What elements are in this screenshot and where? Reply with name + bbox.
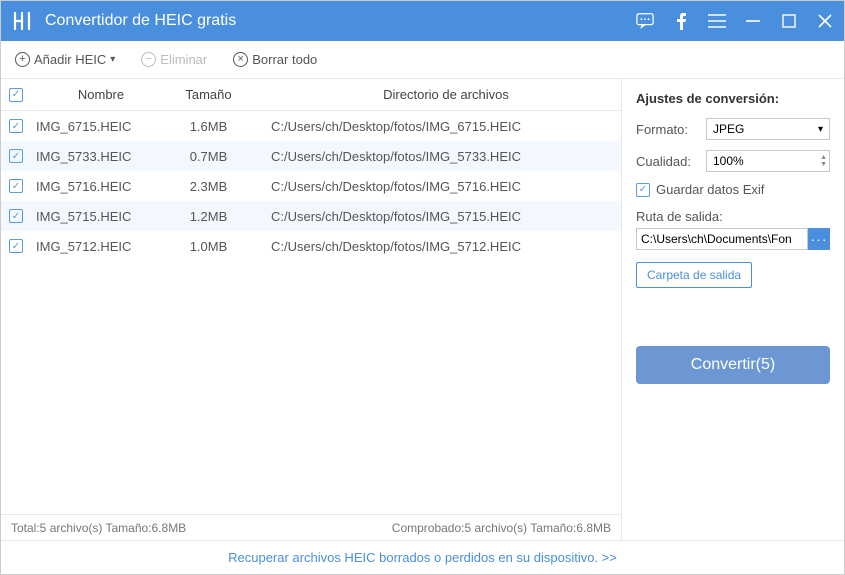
output-label: Ruta de salida:	[636, 209, 830, 224]
remove-button: − Eliminar	[141, 52, 207, 67]
plus-icon: +	[15, 52, 30, 67]
maximize-button[interactable]	[780, 12, 798, 30]
app-logo-icon	[11, 10, 33, 32]
table-row[interactable]: IMG_6715.HEIC1.6MBC:/Users/ch/Desktop/fo…	[1, 111, 621, 141]
open-output-folder-button[interactable]: Carpeta de salida	[636, 262, 752, 288]
file-name: IMG_6715.HEIC	[31, 119, 166, 134]
add-heic-label: Añadir HEIC	[34, 52, 106, 67]
browse-button[interactable]: ···	[808, 228, 830, 250]
clear-all-button[interactable]: × Borrar todo	[233, 52, 317, 67]
titlebar: Convertidor de HEIC gratis	[1, 1, 844, 41]
row-checkbox[interactable]	[9, 239, 23, 253]
minimize-button[interactable]	[744, 12, 762, 30]
app-title: Convertidor de HEIC gratis	[45, 12, 636, 30]
column-name[interactable]: Nombre	[31, 87, 166, 102]
file-size: 1.2MB	[166, 209, 251, 224]
facebook-icon[interactable]	[672, 12, 690, 30]
file-name: IMG_5715.HEIC	[31, 209, 166, 224]
minus-icon: −	[141, 52, 156, 67]
settings-title: Ajustes de conversión:	[636, 91, 830, 106]
table-body: IMG_6715.HEIC1.6MBC:/Users/ch/Desktop/fo…	[1, 111, 621, 514]
row-checkbox[interactable]	[9, 149, 23, 163]
status-bar: Total:5 archivo(s) Tamaño:6.8MB Comproba…	[1, 514, 621, 540]
output-row: C:\Users\ch\Documents\Fon ···	[636, 228, 830, 250]
table-row[interactable]: IMG_5733.HEIC0.7MBC:/Users/ch/Desktop/fo…	[1, 141, 621, 171]
chevron-down-icon: ▾	[110, 54, 115, 65]
add-heic-button[interactable]: + Añadir HEIC ▾	[15, 52, 115, 67]
toolbar: + Añadir HEIC ▾ − Eliminar × Borrar todo	[1, 41, 844, 79]
quality-value: 100%	[713, 154, 820, 168]
select-all-checkbox[interactable]	[9, 88, 23, 102]
file-name: IMG_5716.HEIC	[31, 179, 166, 194]
chevron-down-icon: ▾	[818, 124, 823, 135]
feedback-icon[interactable]	[636, 12, 654, 30]
exif-checkbox[interactable]	[636, 183, 650, 197]
column-directory[interactable]: Directorio de archivos	[251, 87, 621, 102]
file-dir: C:/Users/ch/Desktop/fotos/IMG_6715.HEIC	[251, 119, 621, 134]
row-checkbox[interactable]	[9, 179, 23, 193]
settings-pane: Ajustes de conversión: Formato: JPEG ▾ C…	[622, 79, 844, 540]
body-area: Nombre Tamaño Directorio de archivos IMG…	[1, 79, 844, 540]
clear-all-label: Borrar todo	[252, 52, 317, 67]
format-label: Formato:	[636, 122, 706, 137]
file-size: 0.7MB	[166, 149, 251, 164]
file-name: IMG_5733.HEIC	[31, 149, 166, 164]
file-dir: C:/Users/ch/Desktop/fotos/IMG_5715.HEIC	[251, 209, 621, 224]
table-header: Nombre Tamaño Directorio de archivos	[1, 79, 621, 111]
format-value: JPEG	[713, 122, 744, 136]
file-size: 1.0MB	[166, 239, 251, 254]
quality-label: Cualidad:	[636, 154, 706, 169]
status-checked: Comprobado:5 archivo(s) Tamaño:6.8MB	[392, 521, 611, 535]
close-button[interactable]	[816, 12, 834, 30]
file-size: 1.6MB	[166, 119, 251, 134]
spinner-arrows-icon[interactable]: ▲▼	[820, 154, 827, 168]
file-name: IMG_5712.HEIC	[31, 239, 166, 254]
status-total: Total:5 archivo(s) Tamaño:6.8MB	[11, 521, 186, 535]
remove-label: Eliminar	[160, 52, 207, 67]
convert-button[interactable]: Convertir(5)	[636, 346, 830, 384]
quality-row: Cualidad: 100% ▲▼	[636, 150, 830, 172]
table-row[interactable]: IMG_5715.HEIC1.2MBC:/Users/ch/Desktop/fo…	[1, 201, 621, 231]
file-dir: C:/Users/ch/Desktop/fotos/IMG_5716.HEIC	[251, 179, 621, 194]
row-checkbox[interactable]	[9, 209, 23, 223]
app-window: Convertidor de HEIC gratis + Añadir HEIC…	[0, 0, 845, 575]
titlebar-controls	[636, 12, 834, 30]
exif-row: Guardar datos Exif	[636, 182, 830, 197]
output-path-field[interactable]: C:\Users\ch\Documents\Fon	[636, 228, 808, 250]
table-row[interactable]: IMG_5712.HEIC1.0MBC:/Users/ch/Desktop/fo…	[1, 231, 621, 261]
menu-icon[interactable]	[708, 12, 726, 30]
file-dir: C:/Users/ch/Desktop/fotos/IMG_5712.HEIC	[251, 239, 621, 254]
exif-label: Guardar datos Exif	[656, 182, 764, 197]
format-row: Formato: JPEG ▾	[636, 118, 830, 140]
quality-stepper[interactable]: 100% ▲▼	[706, 150, 830, 172]
table-row[interactable]: IMG_5716.HEIC2.3MBC:/Users/ch/Desktop/fo…	[1, 171, 621, 201]
file-size: 2.3MB	[166, 179, 251, 194]
x-icon: ×	[233, 52, 248, 67]
row-checkbox[interactable]	[9, 119, 23, 133]
file-list-pane: Nombre Tamaño Directorio de archivos IMG…	[1, 79, 622, 540]
column-size[interactable]: Tamaño	[166, 87, 251, 102]
file-dir: C:/Users/ch/Desktop/fotos/IMG_5733.HEIC	[251, 149, 621, 164]
footer-link[interactable]: Recuperar archivos HEIC borrados o perdi…	[1, 540, 844, 574]
format-select[interactable]: JPEG ▾	[706, 118, 830, 140]
